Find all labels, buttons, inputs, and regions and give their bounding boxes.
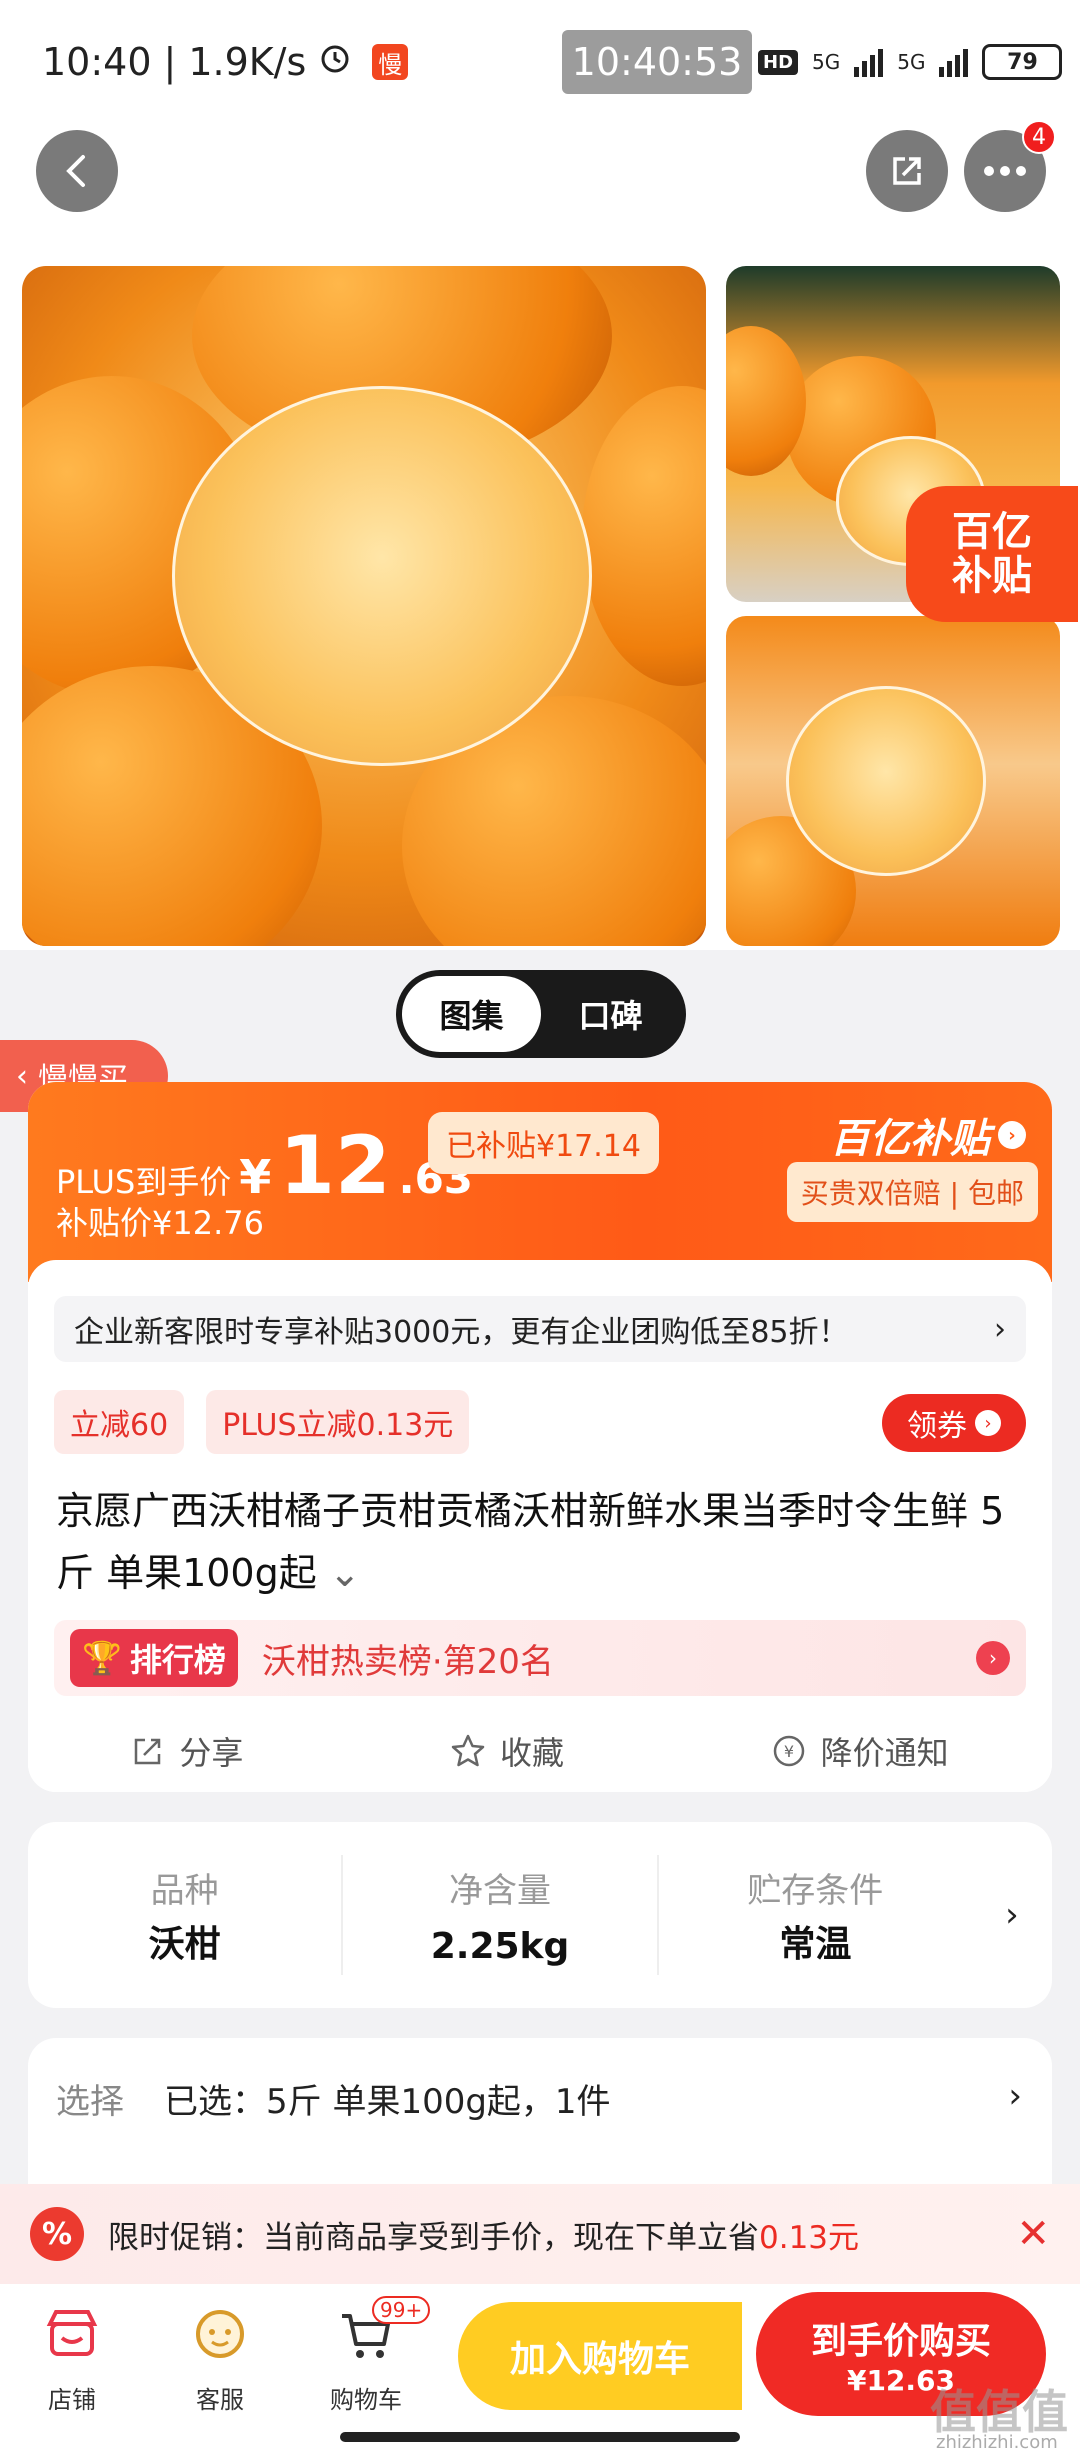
top-nav: 4 <box>0 120 1080 250</box>
signal-icon <box>854 47 884 77</box>
share-button[interactable] <box>866 130 948 212</box>
ranking-badge: 🏆 排行榜 <box>70 1629 238 1687</box>
brand-subsidy-link[interactable]: 百亿补贴 › <box>830 1106 1026 1164</box>
chevron-right-icon: › <box>998 1121 1026 1149</box>
product-gallery: 百亿 补贴 ‹ 慢慢买 1 5 <box>0 250 1080 1178</box>
more-dots-icon <box>984 166 1026 176</box>
promo-banner[interactable]: % 限时促销：当前商品享受到手价，现在下单立省0.13元 ✕ <box>0 2184 1080 2284</box>
chevron-left-icon <box>66 155 85 187</box>
discount-icon: % <box>30 2207 84 2261</box>
promo-tag: PLUS立减0.13元 <box>206 1390 470 1454</box>
share-icon <box>135 1738 161 1765</box>
status-bar: 10:40 | 1.9K/s 慢 10:40:53 HD 5G 5G 79 <box>0 0 1080 130</box>
specs-card[interactable]: 品种 沃柑 净含量 2.25kg 贮存条件 常温 › <box>28 1822 1052 2008</box>
watermark-url: zhizhizhi.com <box>936 2432 1058 2453</box>
promo-tag: 立减60 <box>54 1390 185 1454</box>
guarantee-tag: 买贵双倍赔 | 包邮 <box>786 1162 1038 1222</box>
promo-tags: 立减60 PLUS立减0.13元 <box>54 1390 470 1454</box>
currency-symbol: ¥ <box>239 1150 272 1204</box>
chevron-right-icon: › <box>975 1410 1001 1436</box>
back-button[interactable] <box>36 130 118 212</box>
spec-storage: 贮存条件 常温 <box>747 1871 884 1965</box>
home-indicator[interactable] <box>340 2432 740 2442</box>
selected-variant: 已选：5斤 单果100g起，1件 <box>164 2082 611 2122</box>
cart-count-badge: 99+ <box>372 2296 431 2324</box>
status-time: 10:40 <box>42 40 152 84</box>
ranking-text: 沃柑热卖榜·第20名 <box>261 1641 554 1682</box>
get-coupon-button[interactable]: 领券 › <box>882 1394 1026 1452</box>
enterprise-banner[interactable]: 企业新客限时专享补贴3000元，更有企业团购低至85折！ › <box>54 1296 1026 1362</box>
plus-price-label: PLUS到手价 <box>56 1163 232 1201</box>
price-alert-action[interactable]: ¥ 降价通知 <box>771 1728 949 1774</box>
cart-button[interactable]: 99+ 购物车 <box>306 2296 431 2415</box>
price-drop-icon: ¥ <box>773 1735 804 1767</box>
tab-gallery[interactable]: 图集 <box>402 976 541 1052</box>
close-icon[interactable]: ✕ <box>1016 2211 1050 2257</box>
status-right: HD 5G 5G 79 <box>758 44 1063 80</box>
trophy-icon: 🏆 <box>82 1639 122 1677</box>
tab-reviews[interactable]: 口碑 <box>541 976 680 1052</box>
hd-icon: HD <box>758 49 799 75</box>
favorite-action[interactable]: 收藏 <box>450 1728 564 1774</box>
price-integer: 12 <box>279 1119 391 1212</box>
store-button[interactable]: 店铺 <box>12 2302 132 2415</box>
chevron-right-icon: › <box>1008 2076 1022 2116</box>
signal-icon-2 <box>939 47 969 77</box>
battery-icon: 79 <box>982 44 1063 80</box>
status-left: 10:40 | 1.9K/s 慢 <box>42 40 409 84</box>
share-action[interactable]: 分享 <box>131 1728 243 1774</box>
store-icon <box>46 2310 98 2356</box>
chevron-right-icon: › <box>976 1641 1010 1675</box>
price-card: PLUS到手价 ¥ 12 .63 已补贴¥17.14 补贴价¥12.76 百亿补… <box>28 1082 1052 1792</box>
gallery-tabs: 图集 口碑 <box>396 970 686 1058</box>
more-button[interactable]: 4 <box>964 120 1056 212</box>
svg-text:¥: ¥ <box>784 1742 794 1761</box>
subsidy-price: 补贴价¥12.76 <box>56 1204 264 1242</box>
price-header: PLUS到手价 ¥ 12 .63 已补贴¥17.14 补贴价¥12.76 百亿补… <box>28 1082 1052 1282</box>
spec-variety: 品种 沃柑 <box>28 1855 344 1975</box>
star-icon <box>451 1734 485 1767</box>
variant-select-row: 选择 已选：5斤 单果100g起，1件 <box>56 2074 611 2123</box>
alarm-icon <box>318 40 352 84</box>
sim1-label: 5G <box>812 50 841 74</box>
thumbnail-image-2[interactable] <box>726 616 1060 946</box>
chevron-down-icon: ⌄ <box>328 1551 361 1595</box>
ranking-bar[interactable]: 🏆 排行榜 沃柑热卖榜·第20名 › <box>54 1620 1026 1696</box>
chevron-left-icon: ‹ <box>16 1058 28 1094</box>
main-product-image[interactable] <box>22 266 706 946</box>
plus-price-line: PLUS到手价 ¥ 12 .63 <box>56 1126 473 1206</box>
promo-text: 限时促销：当前商品享受到手价，现在下单立省0.13元 <box>108 2219 860 2256</box>
variant-select-card[interactable]: 选择 已选：5斤 单果100g起，1件 › <box>28 2038 1052 2198</box>
clock-overlay: 10:40:53 <box>562 30 752 94</box>
bottom-bar: 店铺 客服 99+ 购物车 加入购物车 到手价购买 ¥12.63 <box>0 2284 1080 2460</box>
product-title[interactable]: 京愿广西沃柑橘子贡柑贡橘沃柑新鲜水果当季时令生鲜 5斤 单果100g起 ⌄ <box>56 1480 1026 1604</box>
subsidy-tag: 百亿 补贴 <box>906 486 1078 622</box>
chevron-right-icon: › <box>994 1311 1006 1347</box>
price-body: 企业新客限时专享补贴3000元，更有企业团购低至85折！ › 立减60 PLUS… <box>28 1260 1052 1792</box>
customer-service-button[interactable]: 客服 <box>160 2302 280 2415</box>
action-row: 分享 收藏 ¥ 降价通知 <box>28 1716 1052 1786</box>
chevron-right-icon: › <box>1005 1895 1019 1935</box>
notification-badge: 4 <box>1022 120 1056 154</box>
customer-service-icon <box>196 2310 244 2358</box>
sim2-label: 5G <box>897 50 926 74</box>
spec-net-weight: 净含量 2.25kg <box>343 1855 659 1975</box>
share-icon <box>893 157 921 185</box>
add-to-cart-button[interactable]: 加入购物车 <box>458 2302 742 2410</box>
net-speed: 1.9K/s <box>188 40 307 84</box>
subsidized-badge: 已补贴¥17.14 <box>428 1112 659 1174</box>
slow-app-icon: 慢 <box>372 44 409 80</box>
